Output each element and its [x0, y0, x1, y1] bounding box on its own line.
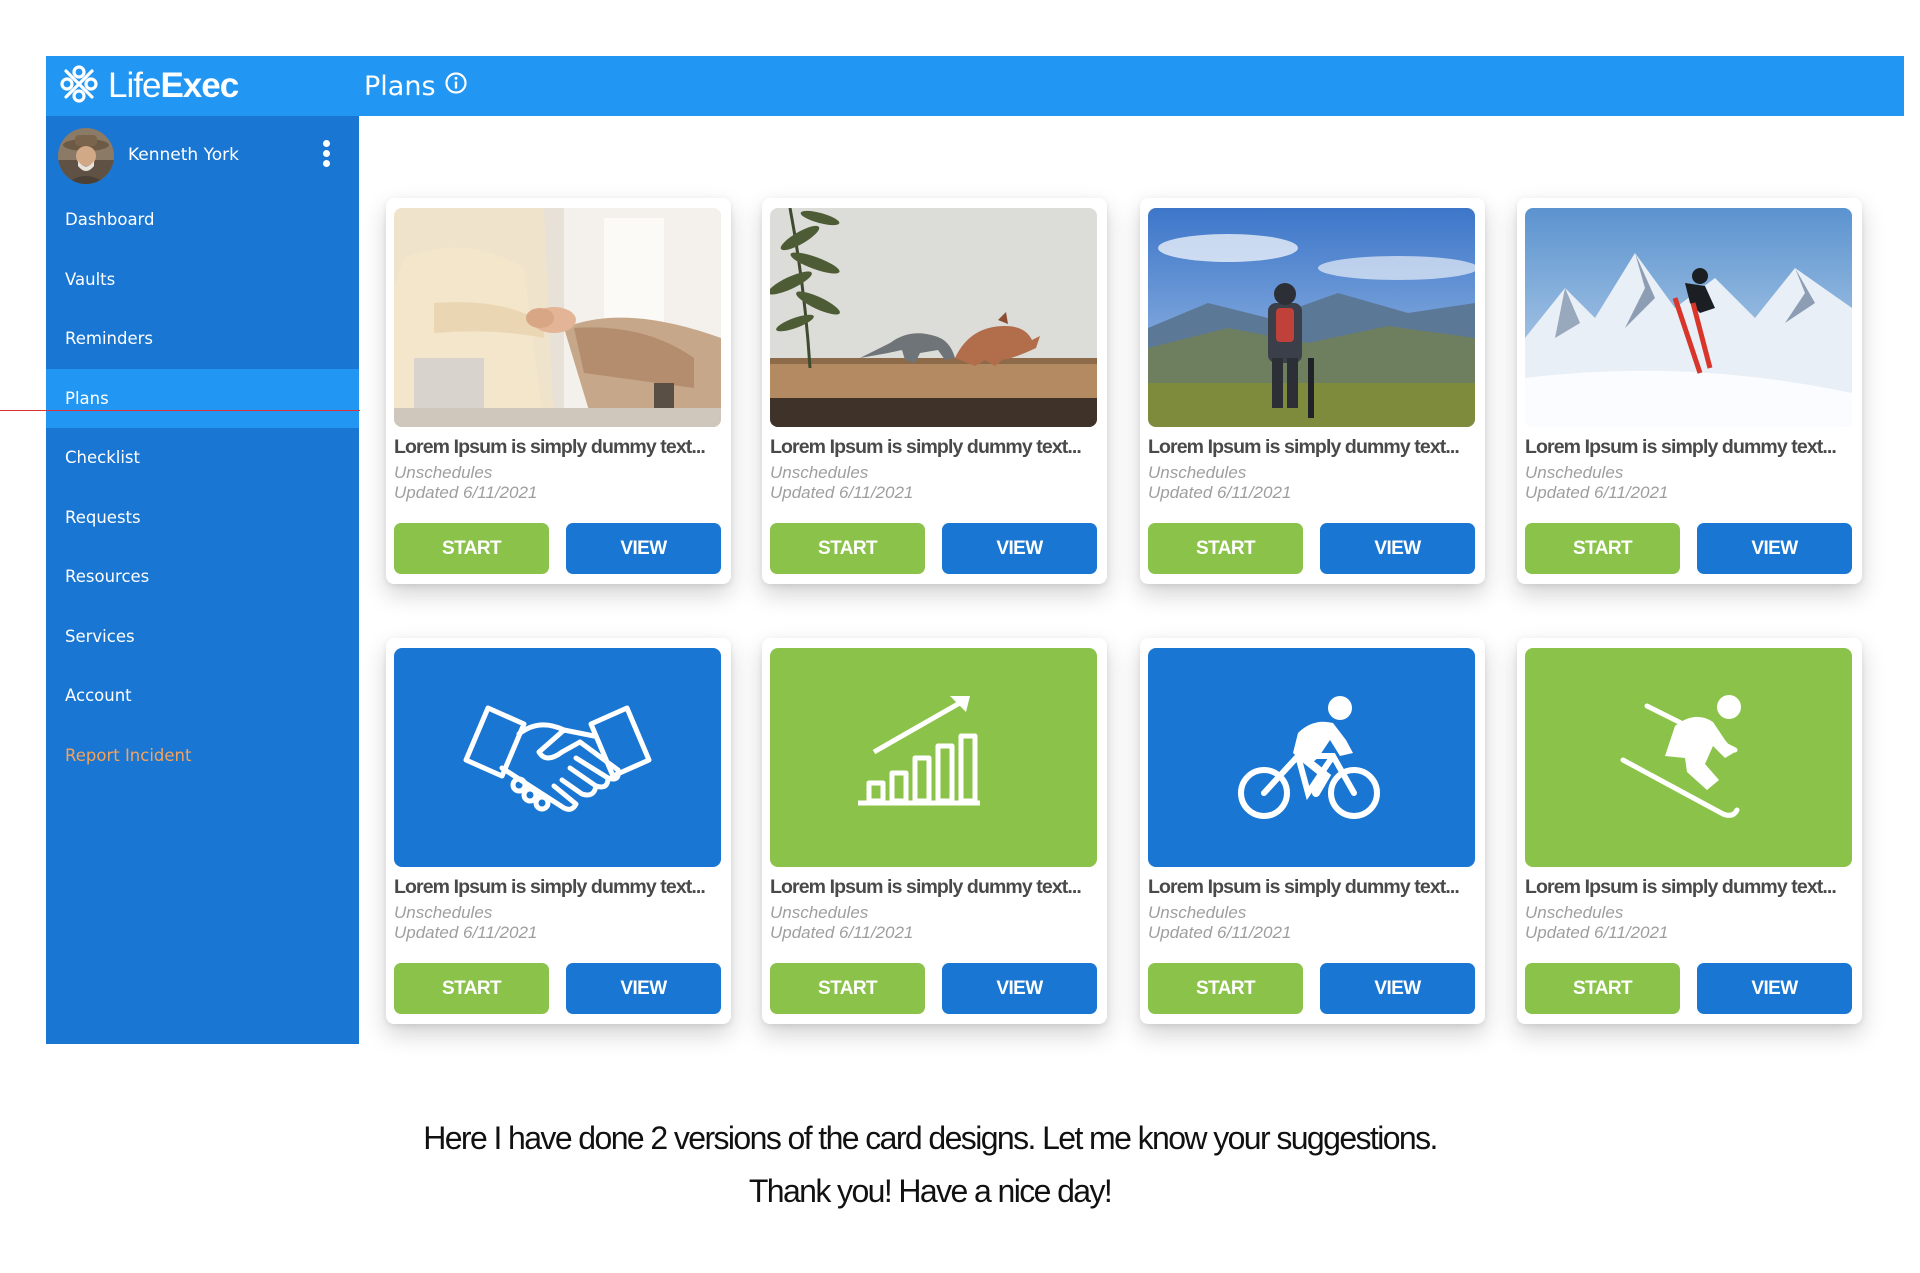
card-title: Lorem Ipsum is simply dummy text... [770, 436, 1082, 458]
card-title: Lorem Ipsum is simply dummy text... [1148, 876, 1460, 898]
card-updated: Updated 6/11/2021 [770, 923, 914, 942]
card-subtitle: Unschedules [770, 463, 869, 482]
photo-skier-jump [1525, 208, 1852, 427]
card-subtitle: Unschedules [1525, 903, 1624, 922]
start-button[interactable]: START [1148, 963, 1303, 1014]
sidebar-item-services[interactable]: Services [46, 607, 359, 667]
sidebar-item-dashboard[interactable]: Dashboard [46, 190, 359, 250]
view-button[interactable]: VIEW [942, 523, 1097, 574]
plan-card[interactable]: Lorem Ipsum is simply dummy text... Unsc… [1517, 638, 1862, 1024]
plan-card[interactable]: Lorem Ipsum is simply dummy text... Unsc… [1140, 198, 1485, 584]
card-subtitle: Unschedules [394, 463, 493, 482]
sidebar-item-vaults[interactable]: Vaults [46, 250, 359, 310]
view-button[interactable]: VIEW [566, 523, 721, 574]
card-subtitle: Unschedules [770, 903, 869, 922]
card-updated: Updated 6/11/2021 [394, 923, 538, 942]
photo-cyclist-mountains [1148, 208, 1475, 427]
photo-handshake [394, 208, 721, 427]
card-updated: Updated 6/11/2021 [394, 483, 538, 502]
view-button[interactable]: VIEW [1320, 523, 1475, 574]
sidebar-nav: Dashboard Vaults Reminders Plans Checkli… [46, 190, 359, 785]
plan-card[interactable]: Lorem Ipsum is simply dummy text... Unsc… [1517, 198, 1862, 584]
card-updated: Updated 6/11/2021 [1148, 483, 1292, 502]
sidebar-item-reminders[interactable]: Reminders [46, 309, 359, 369]
view-button[interactable]: VIEW [566, 963, 721, 1014]
plan-card[interactable]: Lorem Ipsum is simply dummy text... Unsc… [762, 638, 1107, 1024]
page-title: Plans [364, 66, 468, 106]
handshake-icon [394, 648, 721, 867]
more-vert-icon[interactable] [320, 140, 332, 172]
start-button[interactable]: START [394, 963, 549, 1014]
card-title: Lorem Ipsum is simply dummy text... [394, 436, 706, 458]
top-bar: LifeExec Plans [46, 56, 1904, 116]
plan-card[interactable]: Lorem Ipsum is simply dummy text... Unsc… [762, 198, 1107, 584]
start-button[interactable]: START [770, 523, 925, 574]
start-button[interactable]: START [770, 963, 925, 1014]
card-title: Lorem Ipsum is simply dummy text... [1525, 436, 1837, 458]
plan-card[interactable]: Lorem Ipsum is simply dummy text... Unsc… [386, 198, 731, 584]
user-name: Kenneth York [128, 145, 239, 165]
brand-name: LifeExec [108, 66, 239, 105]
view-button[interactable]: VIEW [1697, 523, 1852, 574]
photo-dinosaurs [770, 208, 1097, 427]
sidebar-item-requests[interactable]: Requests [46, 488, 359, 548]
card-title: Lorem Ipsum is simply dummy text... [394, 876, 706, 898]
sidebar-item-account[interactable]: Account [46, 666, 359, 726]
growth-chart-icon [770, 648, 1097, 867]
start-button[interactable]: START [1525, 523, 1680, 574]
card-subtitle: Unschedules [1525, 463, 1624, 482]
annotation-line [0, 410, 360, 411]
page-title-text: Plans [364, 70, 436, 102]
view-button[interactable]: VIEW [1697, 963, 1852, 1014]
lifeexec-logo-icon [58, 63, 100, 110]
cyclist-icon [1148, 648, 1475, 867]
card-updated: Updated 6/11/2021 [1525, 923, 1669, 942]
card-title: Lorem Ipsum is simply dummy text... [1525, 876, 1837, 898]
card-updated: Updated 6/11/2021 [1525, 483, 1669, 502]
card-subtitle: Unschedules [1148, 463, 1247, 482]
card-subtitle: Unschedules [394, 903, 493, 922]
card-updated: Updated 6/11/2021 [1148, 923, 1292, 942]
user-profile[interactable]: Kenneth York [58, 128, 358, 186]
designer-note-line2: Thank you! Have a nice day! [748, 1173, 1113, 1209]
view-button[interactable]: VIEW [1320, 963, 1475, 1014]
sidebar-item-resources[interactable]: Resources [46, 547, 359, 607]
start-button[interactable]: START [1148, 523, 1303, 574]
skier-icon [1525, 648, 1852, 867]
sidebar-item-report-incident[interactable]: Report Incident [46, 726, 359, 786]
sidebar: Kenneth York Dashboard Vaults Reminders … [46, 116, 359, 1044]
card-title: Lorem Ipsum is simply dummy text... [770, 876, 1082, 898]
card-subtitle: Unschedules [1148, 903, 1247, 922]
card-title: Lorem Ipsum is simply dummy text... [1148, 436, 1460, 458]
sidebar-item-checklist[interactable]: Checklist [46, 428, 359, 488]
card-updated: Updated 6/11/2021 [770, 483, 914, 502]
plan-card[interactable]: Lorem Ipsum is simply dummy text... Unsc… [1140, 638, 1485, 1024]
designer-note-line1: Here I have done 2 versions of the card … [423, 1120, 1438, 1156]
sidebar-item-plans[interactable]: Plans [46, 368, 359, 428]
plan-card[interactable]: Lorem Ipsum is simply dummy text... Unsc… [386, 638, 731, 1024]
info-icon[interactable] [444, 71, 468, 102]
view-button[interactable]: VIEW [942, 963, 1097, 1014]
brand-logo[interactable]: LifeExec [58, 64, 239, 106]
start-button[interactable]: START [394, 523, 549, 574]
start-button[interactable]: START [1525, 963, 1680, 1014]
avatar[interactable] [58, 128, 114, 184]
